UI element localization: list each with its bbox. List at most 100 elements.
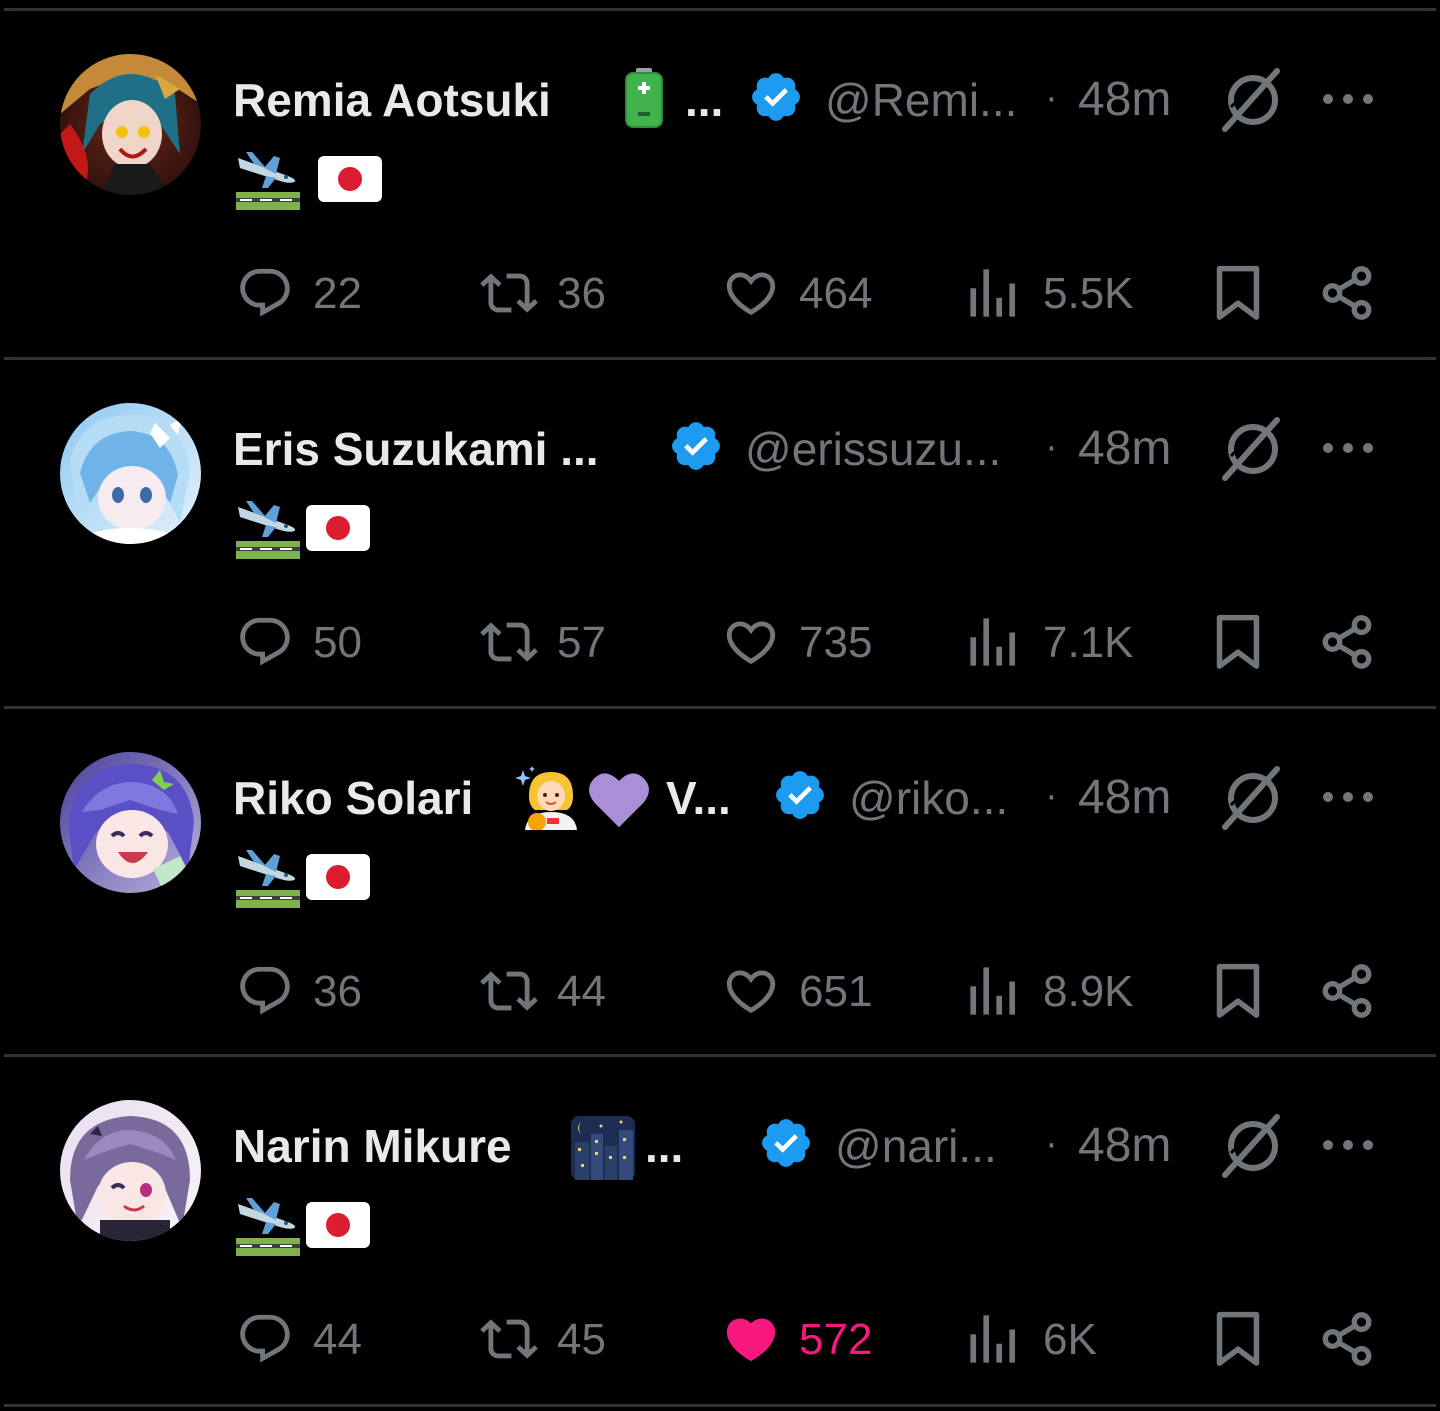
tweet-timestamp[interactable]: 48m <box>1078 72 1171 128</box>
name-ellipsis: V... <box>666 772 731 824</box>
view-count: 7.1K <box>1043 618 1134 667</box>
view-count: 8.9K <box>1043 967 1134 1016</box>
bookmark-icon <box>1216 1311 1260 1366</box>
name-ellipsis: ... <box>645 1120 684 1172</box>
grok-icon[interactable] <box>1219 416 1289 486</box>
avatar[interactable] <box>60 403 201 544</box>
separator-dot: · <box>1046 1126 1057 1166</box>
repost-icon <box>480 971 538 1011</box>
reply-count: 50 <box>313 618 362 667</box>
display-name[interactable]: Narin Mikure <box>233 1118 512 1174</box>
tweet-header: Remia Aotsuki ... @Remi... · 48m <box>233 62 1393 138</box>
grok-icon[interactable] <box>1219 765 1289 835</box>
tweet-timestamp[interactable]: 48m <box>1078 770 1171 826</box>
user-handle[interactable]: @riko... <box>849 770 1008 826</box>
display-name[interactable]: Riko Solari <box>233 770 473 826</box>
timeline-feed: Remia Aotsuki ... @Remi... · 48m 22 36 4… <box>0 0 1440 1411</box>
bookmark-icon <box>1216 614 1260 669</box>
like-count: 651 <box>799 967 873 1016</box>
reply-count: 44 <box>313 1315 362 1364</box>
heart-outline-icon <box>726 970 776 1014</box>
tweet-timestamp[interactable]: 48m <box>1078 421 1171 477</box>
japan-flag-emoji <box>306 1202 370 1252</box>
grok-icon[interactable] <box>1219 1113 1289 1183</box>
share-icon <box>1322 615 1372 669</box>
airplane-arrival-emoji <box>236 1192 300 1262</box>
avatar[interactable] <box>60 1100 201 1241</box>
tweet-card[interactable]: Eris Suzukami ... @erissuzu... · 48m 50 … <box>0 359 1440 707</box>
analytics-icon <box>970 269 1016 317</box>
tweet-text <box>236 495 636 565</box>
verified-badge-icon <box>772 767 828 827</box>
airplane-arrival-emoji <box>236 495 300 565</box>
reply-icon <box>240 617 290 666</box>
display-name[interactable]: Eris Suzukami ... <box>233 421 599 477</box>
grok-icon[interactable] <box>1219 67 1289 137</box>
tweet-card[interactable]: Remia Aotsuki ... @Remi... · 48m 22 36 4… <box>0 10 1440 358</box>
user-handle[interactable]: @nari... <box>835 1118 997 1174</box>
reply-icon <box>240 268 290 317</box>
analytics-icon <box>970 618 1016 666</box>
repost-icon <box>480 273 538 313</box>
tweet-header: Eris Suzukami ... @erissuzu... · 48m <box>233 411 1393 487</box>
separator-dot: · <box>1046 778 1057 818</box>
share-icon <box>1322 266 1372 320</box>
japan-flag-emoji <box>306 854 370 904</box>
repost-count: 57 <box>557 618 606 667</box>
purple-heart-emoji <box>586 770 652 834</box>
name-ellipsis: ... <box>685 74 724 126</box>
tweet-card[interactable]: Riko Solari V... @riko... · 48m 36 44 65… <box>0 708 1440 1056</box>
view-count: 6K <box>1043 1315 1097 1364</box>
tweet-card[interactable]: Narin Mikure ... @nari... · 48m 44 45 57… <box>0 1056 1440 1404</box>
avatar[interactable] <box>60 54 201 195</box>
astronaut-emoji <box>515 766 579 834</box>
more-options-icon[interactable] <box>1321 1135 1375 1159</box>
repost-count: 36 <box>557 269 606 318</box>
like-count: 572 <box>799 1315 873 1364</box>
avatar[interactable] <box>60 752 201 893</box>
separator-dot: · <box>1046 80 1057 120</box>
display-name[interactable]: Remia Aotsuki <box>233 72 551 128</box>
action-bar: 22 36 464 5.5K <box>0 258 1440 328</box>
like-count: 464 <box>799 269 873 318</box>
tweet-text <box>236 1192 636 1262</box>
action-bar: 44 45 572 6K <box>0 1304 1440 1374</box>
like-count: 735 <box>799 618 873 667</box>
reply-count: 36 <box>313 967 362 1016</box>
repost-icon <box>480 622 538 662</box>
reply-icon <box>240 1314 290 1363</box>
action-bar: 50 57 735 7.1K <box>0 607 1440 677</box>
repost-count: 45 <box>557 1315 606 1364</box>
verified-badge-icon <box>758 1115 814 1175</box>
reply-count: 22 <box>313 269 362 318</box>
more-options-icon[interactable] <box>1321 438 1375 462</box>
more-options-icon[interactable] <box>1321 787 1375 811</box>
tweet-text <box>236 146 636 216</box>
heart-outline-icon <box>726 621 776 665</box>
repost-icon <box>480 1319 538 1359</box>
tweet-timestamp[interactable]: 48m <box>1078 1118 1171 1174</box>
user-handle[interactable]: @Remi... <box>825 72 1017 128</box>
bookmark-icon <box>1216 265 1260 320</box>
share-icon <box>1322 1312 1372 1366</box>
japan-flag-emoji <box>318 156 382 206</box>
tweet-header: Riko Solari V... @riko... · 48m <box>233 760 1393 836</box>
more-options-icon[interactable] <box>1321 89 1375 113</box>
action-bar: 36 44 651 8.9K <box>0 956 1440 1026</box>
airplane-arrival-emoji <box>236 146 300 216</box>
battery-emoji <box>621 68 667 132</box>
japan-flag-emoji <box>306 505 370 555</box>
divider <box>4 1404 1436 1407</box>
verified-badge-icon <box>668 418 724 478</box>
heart-outline-icon <box>726 272 776 316</box>
analytics-icon <box>970 967 1016 1015</box>
reply-icon <box>240 966 290 1015</box>
separator-dot: · <box>1046 429 1057 469</box>
verified-badge-icon <box>748 69 804 129</box>
user-handle[interactable]: @erissuzu... <box>745 421 1001 477</box>
share-icon <box>1322 964 1372 1018</box>
airplane-arrival-emoji <box>236 844 300 914</box>
view-count: 5.5K <box>1043 269 1134 318</box>
night-city-emoji <box>571 1116 635 1184</box>
tweet-header: Narin Mikure ... @nari... · 48m <box>233 1108 1393 1184</box>
